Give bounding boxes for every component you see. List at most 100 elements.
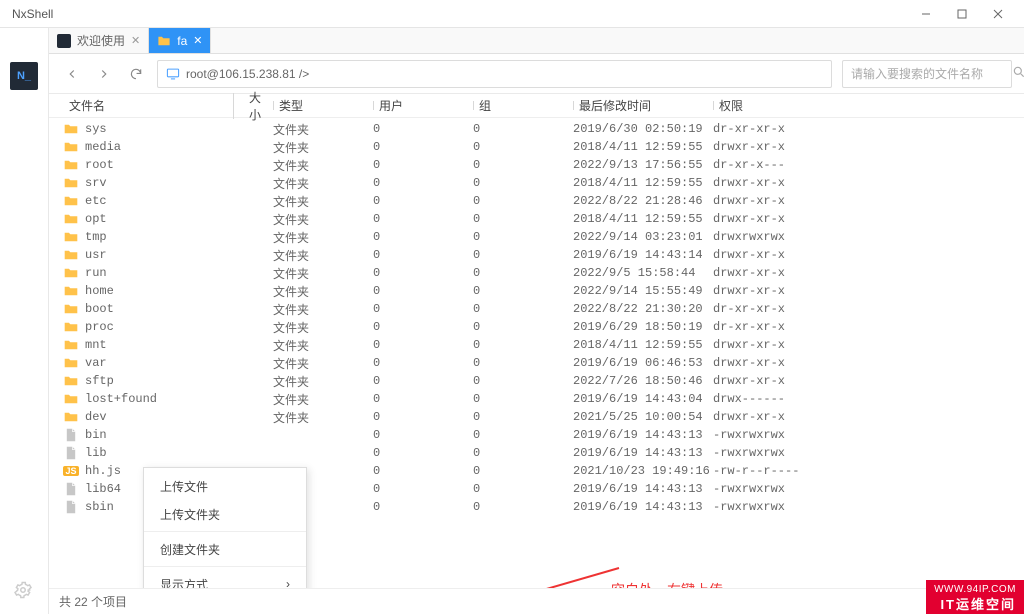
- path-box[interactable]: root@106.15.238.81 />: [157, 60, 832, 88]
- col-header-mtime[interactable]: 最后修改时间: [573, 97, 713, 114]
- file-group: 0: [473, 176, 573, 190]
- file-mtime: 2019/6/29 18:50:19: [573, 320, 713, 334]
- close-button[interactable]: [980, 0, 1016, 28]
- file-user: 0: [373, 482, 473, 496]
- settings-gear-icon[interactable]: [14, 581, 32, 602]
- table-row[interactable]: tmp文件夹002022/9/14 03:23:01drwxrwxrwx: [49, 228, 1024, 246]
- minimize-button[interactable]: [908, 0, 944, 28]
- col-header-group[interactable]: 组: [473, 97, 573, 114]
- table-row[interactable]: boot文件夹002022/8/22 21:30:20dr-xr-xr-x: [49, 300, 1024, 318]
- file-name: var: [85, 356, 233, 370]
- maximize-button[interactable]: [944, 0, 980, 28]
- file-user: 0: [373, 176, 473, 190]
- folder-icon: [63, 266, 79, 280]
- file-perm: drwxr-xr-x: [713, 284, 833, 298]
- file-type: 文件夹: [273, 211, 373, 228]
- table-row[interactable]: opt文件夹002018/4/11 12:59:55drwxr-xr-x: [49, 210, 1024, 228]
- file-perm: drwxr-xr-x: [713, 140, 833, 154]
- tab-fa[interactable]: fa ✕: [149, 28, 211, 53]
- file-type: 文件夹: [273, 175, 373, 192]
- file-mtime: 2022/9/5 15:58:44: [573, 266, 713, 280]
- file-mtime: 2019/6/19 14:43:04: [573, 392, 713, 406]
- tab-welcome[interactable]: 欢迎使用 ✕: [49, 28, 149, 53]
- table-row[interactable]: usr文件夹002019/6/19 14:43:14drwxr-xr-x: [49, 246, 1024, 264]
- watermark: WWW.94IP.COM IT运维空间: [926, 580, 1024, 614]
- table-row[interactable]: lib002019/6/19 14:43:13-rwxrwxrwx: [49, 444, 1024, 462]
- forward-button[interactable]: [93, 63, 115, 85]
- file-mtime: 2018/4/11 12:59:55: [573, 140, 713, 154]
- tab-close-icon[interactable]: ✕: [131, 34, 140, 47]
- col-header-user[interactable]: 用户: [373, 97, 473, 114]
- tab-close-icon[interactable]: ✕: [193, 34, 202, 47]
- refresh-button[interactable]: [125, 63, 147, 85]
- file-group: 0: [473, 320, 573, 334]
- file-user: 0: [373, 302, 473, 316]
- file-name: mnt: [85, 338, 233, 352]
- col-header-perm[interactable]: 权限: [713, 97, 833, 114]
- file-mtime: 2022/7/26 18:50:46: [573, 374, 713, 388]
- file-perm: drwx------: [713, 392, 833, 406]
- table-row[interactable]: media文件夹002018/4/11 12:59:55drwxr-xr-x: [49, 138, 1024, 156]
- ctx-display-mode[interactable]: 显示方式›: [144, 570, 306, 588]
- file-group: 0: [473, 464, 573, 478]
- table-row[interactable]: sys文件夹002019/6/30 02:50:19dr-xr-xr-x: [49, 120, 1024, 138]
- table-row[interactable]: etc文件夹002022/8/22 21:28:46drwxr-xr-x: [49, 192, 1024, 210]
- file-perm: drwxr-xr-x: [713, 194, 833, 208]
- file-perm: -rwxrwxrwx: [713, 482, 833, 496]
- file-user: 0: [373, 500, 473, 514]
- search-input[interactable]: [851, 67, 1006, 81]
- search-icon[interactable]: [1012, 65, 1024, 82]
- table-row[interactable]: sftp文件夹002022/7/26 18:50:46drwxr-xr-x: [49, 372, 1024, 390]
- file-mtime: 2022/9/14 03:23:01: [573, 230, 713, 244]
- file-group: 0: [473, 446, 573, 460]
- col-header-type[interactable]: 类型: [273, 97, 373, 114]
- column-headers: 文件名 大小 类型 用户 组 最后修改时间 权限: [49, 94, 1024, 118]
- table-row[interactable]: root文件夹002022/9/13 17:56:55dr-xr-x---: [49, 156, 1024, 174]
- file-group: 0: [473, 122, 573, 136]
- table-row[interactable]: bin002019/6/19 14:43:13-rwxrwxrwx: [49, 426, 1024, 444]
- file-perm: drwxr-xr-x: [713, 266, 833, 280]
- table-row[interactable]: var文件夹002019/6/19 06:46:53drwxr-xr-x: [49, 354, 1024, 372]
- file-type: 文件夹: [273, 265, 373, 282]
- file-perm: drwxr-xr-x: [713, 374, 833, 388]
- ctx-create-folder[interactable]: 创建文件夹: [144, 535, 306, 563]
- file-type: 文件夹: [273, 373, 373, 390]
- file-mtime: 2019/6/19 06:46:53: [573, 356, 713, 370]
- file-perm: drwxr-xr-x: [713, 176, 833, 190]
- search-box[interactable]: [842, 60, 1012, 88]
- folder-icon: [63, 320, 79, 334]
- table-row[interactable]: mnt文件夹002018/4/11 12:59:55drwxr-xr-x: [49, 336, 1024, 354]
- file-name: sys: [85, 122, 233, 136]
- folder-icon: [157, 34, 171, 48]
- ctx-upload-file[interactable]: 上传文件: [144, 472, 306, 500]
- file-mtime: 2019/6/19 14:43:13: [573, 446, 713, 460]
- table-row[interactable]: home文件夹002022/9/14 15:55:49drwxr-xr-x: [49, 282, 1024, 300]
- file-group: 0: [473, 158, 573, 172]
- file-group: 0: [473, 374, 573, 388]
- file-type: 文件夹: [273, 157, 373, 174]
- app-logo-icon[interactable]: N_: [10, 62, 38, 90]
- col-header-name[interactable]: 文件名: [63, 97, 233, 114]
- file-name: sftp: [85, 374, 233, 388]
- ctx-separator: [144, 566, 306, 567]
- file-group: 0: [473, 338, 573, 352]
- table-row[interactable]: srv文件夹002018/4/11 12:59:55drwxr-xr-x: [49, 174, 1024, 192]
- annotation-arrow: [269, 556, 629, 588]
- tab-label: fa: [177, 34, 187, 48]
- file-name: lost+found: [85, 392, 233, 406]
- file-perm: dr-xr-xr-x: [713, 320, 833, 334]
- back-button[interactable]: [61, 63, 83, 85]
- js-icon: JS: [63, 464, 79, 478]
- file-perm: -rw-r--r----: [713, 464, 833, 478]
- tab-label: 欢迎使用: [77, 32, 125, 49]
- table-row[interactable]: dev文件夹002021/5/25 10:00:54drwxr-xr-x: [49, 408, 1024, 426]
- file-type: 文件夹: [273, 283, 373, 300]
- toolbar: root@106.15.238.81 />: [49, 54, 1024, 94]
- table-row[interactable]: run文件夹002022/9/5 15:58:44drwxr-xr-x: [49, 264, 1024, 282]
- app-title: NxShell: [12, 7, 53, 21]
- table-row[interactable]: lost+found文件夹002019/6/19 14:43:04drwx---…: [49, 390, 1024, 408]
- ctx-upload-folder[interactable]: 上传文件夹: [144, 500, 306, 528]
- table-row[interactable]: proc文件夹002019/6/29 18:50:19dr-xr-xr-x: [49, 318, 1024, 336]
- file-list[interactable]: sys文件夹002019/6/30 02:50:19dr-xr-xr-xmedi…: [49, 118, 1024, 588]
- file-user: 0: [373, 266, 473, 280]
